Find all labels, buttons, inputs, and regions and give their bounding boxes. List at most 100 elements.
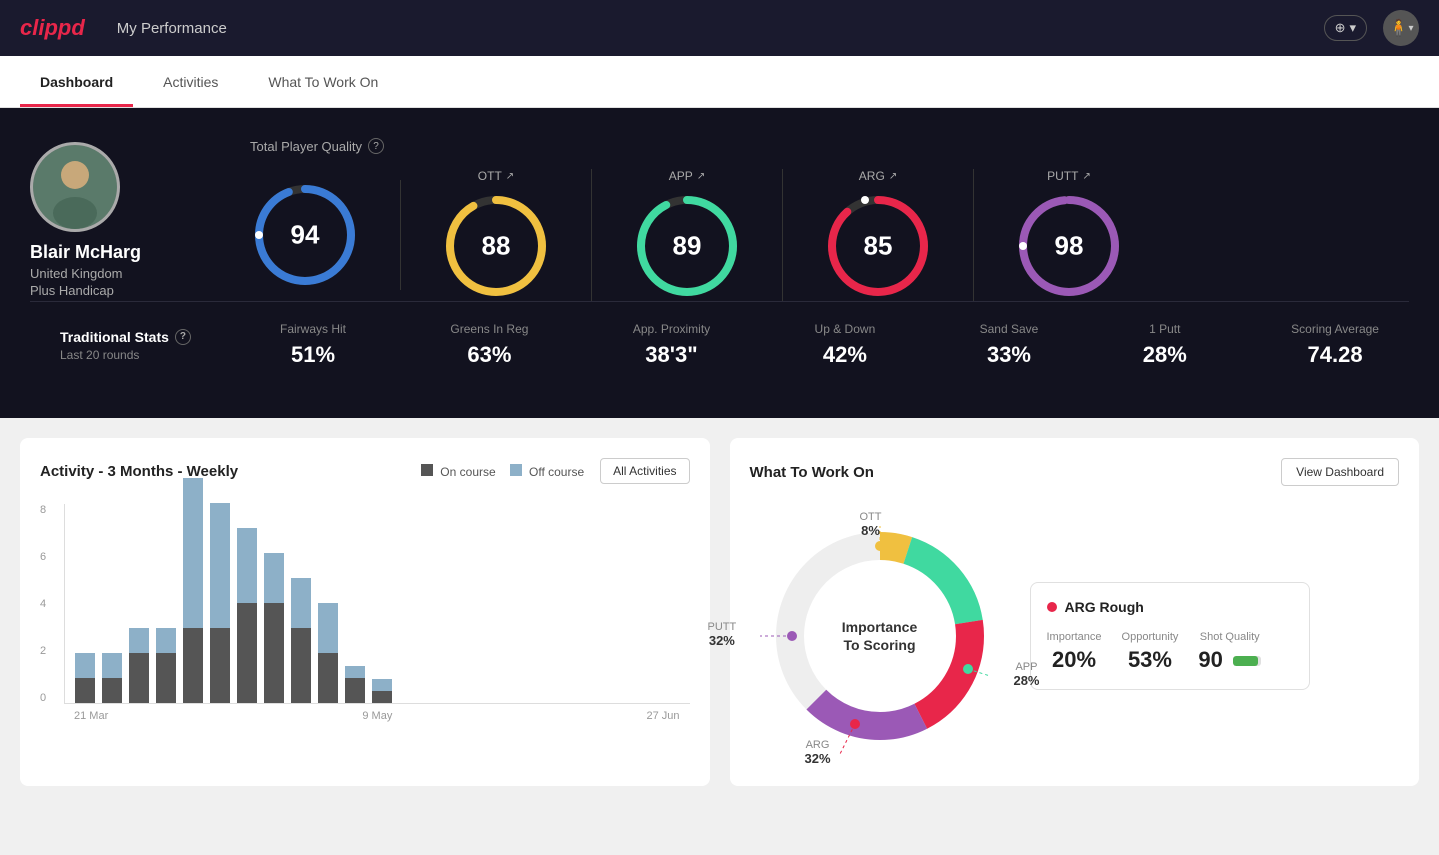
trad-stats-help-icon[interactable]: ? <box>175 329 191 345</box>
bar-group-12 <box>372 679 392 703</box>
score-app: APP ↗ 89 <box>592 169 783 301</box>
bar-group-5 <box>183 478 203 703</box>
stat-1putt-label: 1 Putt <box>1143 322 1187 336</box>
bar-group-2 <box>102 653 122 703</box>
bar-group-9 <box>291 578 311 703</box>
bar-on-9 <box>291 628 311 703</box>
donut-area: Importance To Scoring OTT 8% APP 28% ARG… <box>750 506 1400 766</box>
chart-area: 0 2 4 6 8 <box>40 504 690 724</box>
logo-area: clippd My Performance <box>20 15 227 41</box>
y-label-8: 8 <box>40 504 64 516</box>
score-arg: ARG ↗ 85 <box>783 169 974 301</box>
app-circle: 89 <box>632 191 742 301</box>
donut-line1: Importance <box>842 618 917 636</box>
arg-importance: Importance 20% <box>1047 631 1102 673</box>
bar-on-10 <box>318 653 338 703</box>
arg-card: ARG Rough Importance 20% Opportunity 53%… <box>1030 582 1310 690</box>
legend-off-course: Off course <box>510 464 584 479</box>
bar-off-11 <box>345 666 365 678</box>
activity-panel-title: Activity - 3 Months - Weekly <box>40 463 238 480</box>
arg-donut-label: ARG 32% <box>805 739 831 766</box>
stat-scoring-label: Scoring Average <box>1291 322 1379 336</box>
bar-off-9 <box>291 578 311 628</box>
player-handicap: Plus Handicap <box>30 283 114 298</box>
tab-activities[interactable]: Activities <box>143 56 238 107</box>
arg-shot-quality-label: Shot Quality <box>1198 631 1261 643</box>
legend-on-course: On course <box>421 464 496 479</box>
donut-chart: Importance To Scoring OTT 8% APP 28% ARG… <box>750 506 1010 766</box>
header-right: ⊕ ▾ 🧍 ▾ <box>1324 10 1419 46</box>
bar-group-8 <box>264 553 284 703</box>
add-chevron: ▾ <box>1349 20 1356 36</box>
activity-panel: Activity - 3 Months - Weekly On course O… <box>20 438 710 786</box>
stat-1putt-value: 28% <box>1143 342 1187 368</box>
arg-card-header: ARG Rough <box>1047 599 1293 615</box>
bar-on-12 <box>372 691 392 703</box>
x-axis: 21 Mar 9 May 27 Jun <box>40 710 690 722</box>
chart-body: 0 2 4 6 8 <box>40 504 690 704</box>
tab-what-to-work-on[interactable]: What To Work On <box>248 56 398 107</box>
bar-off-7 <box>237 528 257 603</box>
bar-off-1 <box>75 653 95 678</box>
app-label: APP ↗ <box>669 169 705 183</box>
total-quality-help-icon[interactable]: ? <box>368 138 384 154</box>
arg-opportunity-label: Opportunity <box>1122 631 1179 643</box>
view-dashboard-button[interactable]: View Dashboard <box>1281 458 1399 486</box>
avatar-icon: 🧍 <box>1389 18 1409 38</box>
activity-panel-header: Activity - 3 Months - Weekly On course O… <box>40 458 690 484</box>
tab-dashboard[interactable]: Dashboard <box>20 56 133 107</box>
stat-sand-label: Sand Save <box>980 322 1039 336</box>
hero-section: Blair McHarg United Kingdom Plus Handica… <box>0 108 1439 418</box>
stat-fairways-hit-value: 51% <box>280 342 346 368</box>
stat-items: Fairways Hit 51% Greens In Reg 63% App. … <box>280 322 1379 368</box>
stat-updown-label: Up & Down <box>815 322 876 336</box>
arg-metrics: Importance 20% Opportunity 53% Shot Qual… <box>1047 631 1293 673</box>
user-avatar-button[interactable]: 🧍 ▾ <box>1383 10 1419 46</box>
ott-circle: 88 <box>441 191 551 301</box>
bar-off-4 <box>156 628 176 653</box>
trad-stats-subtitle: Last 20 rounds <box>60 348 280 362</box>
hero-top: Blair McHarg United Kingdom Plus Handica… <box>30 138 1409 301</box>
arg-opportunity-value: 53% <box>1122 647 1179 673</box>
score-ott: OTT ↗ 88 <box>401 169 592 301</box>
all-activities-button[interactable]: All Activities <box>600 458 689 484</box>
add-icon: ⊕ <box>1335 20 1346 36</box>
stat-proximity-label: App. Proximity <box>633 322 710 336</box>
bar-on-11 <box>345 678 365 703</box>
bar-on-7 <box>237 603 257 703</box>
y-label-4: 4 <box>40 598 64 610</box>
putt-value: 98 <box>1055 231 1084 262</box>
add-button[interactable]: ⊕ ▾ <box>1324 15 1367 41</box>
arg-circle: 85 <box>823 191 933 301</box>
arg-card-dot <box>1047 602 1057 612</box>
putt-label: PUTT ↗ <box>1047 169 1091 183</box>
stat-scoring-value: 74.28 <box>1291 342 1379 368</box>
player-info: Blair McHarg United Kingdom Plus Handica… <box>30 142 250 298</box>
bar-on-3 <box>129 653 149 703</box>
app-donut-label: APP 28% <box>1013 661 1039 688</box>
bar-group-3 <box>129 628 149 703</box>
bar-group-10 <box>318 603 338 703</box>
bar-on-6 <box>210 628 230 703</box>
header-title: My Performance <box>117 20 227 37</box>
shot-quality-fill <box>1233 656 1258 666</box>
y-axis: 0 2 4 6 8 <box>40 504 64 704</box>
bar-group-1 <box>75 653 95 703</box>
stat-scoring-avg: Scoring Average 74.28 <box>1291 322 1379 368</box>
stat-proximity-value: 38'3" <box>633 342 710 368</box>
putt-circle: 98 <box>1014 191 1124 301</box>
bar-group-11 <box>345 666 365 703</box>
stat-fairways-hit-label: Fairways Hit <box>280 322 346 336</box>
bar-off-2 <box>102 653 122 678</box>
bar-off-12 <box>372 679 392 691</box>
bar-off-5 <box>183 478 203 628</box>
stat-greens-in-reg: Greens In Reg 63% <box>450 322 528 368</box>
y-label-6: 6 <box>40 551 64 563</box>
on-course-dot <box>421 464 433 476</box>
trad-stats-label: Traditional Stats ? Last 20 rounds <box>60 329 280 362</box>
donut-center-text: Importance To Scoring <box>842 618 917 654</box>
player-country: United Kingdom <box>30 266 123 281</box>
stat-updown-value: 42% <box>815 342 876 368</box>
score-putt: PUTT ↗ 98 <box>974 169 1164 301</box>
putt-donut-label: PUTT 32% <box>708 621 737 648</box>
